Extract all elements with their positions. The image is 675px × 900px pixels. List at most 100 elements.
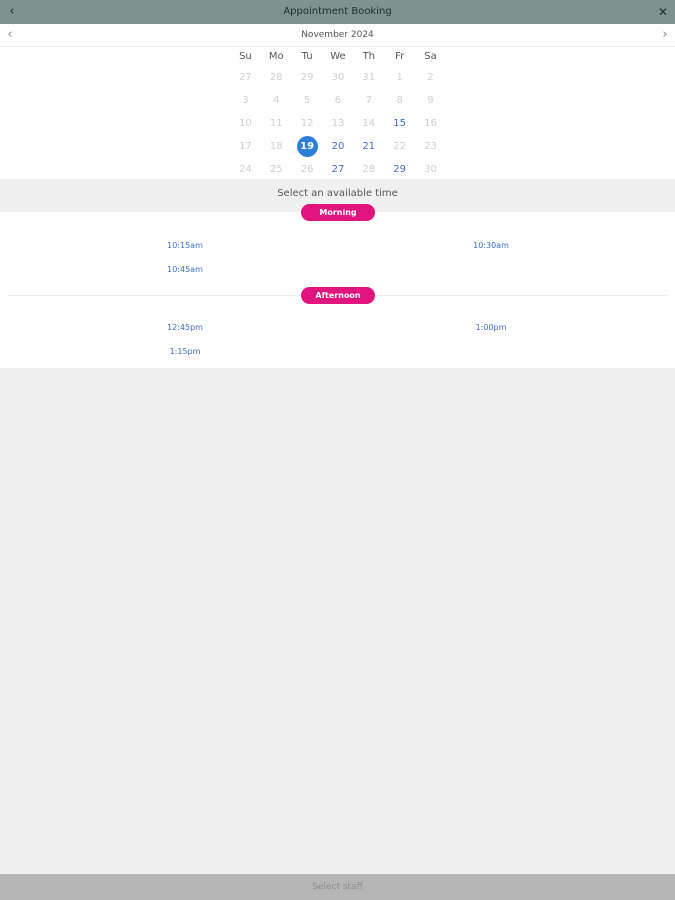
day-number: 18 [269,141,283,152]
time-slot[interactable]: 12:45pm [145,323,225,332]
weekday-label: Su [239,51,252,62]
calendar-week: 10 11 12 13 14 15 16 [230,112,446,135]
day-number: 27 [331,164,345,175]
weekday-header: Su Mo Tu We Th Fr Sa [230,48,446,66]
day-number: 17 [239,141,252,152]
weekday-label: We [330,51,346,62]
afternoon-label: Afternoon [301,287,375,304]
day-number: 1 [396,72,403,83]
day-number: 9 [427,95,434,106]
time-select-prompt: Select an available time [277,188,398,199]
unavailable-day: 27 [230,66,261,89]
day-number: 23 [424,141,437,152]
unavailable-day: 10 [230,112,261,135]
weekday-label: Th [362,51,376,62]
day-number: 29 [300,72,314,83]
unavailable-day: 26 [292,158,323,181]
unavailable-day: 16 [415,112,446,135]
unavailable-day: 14 [353,112,384,135]
day-number: 30 [424,164,437,175]
unavailable-day: 31 [353,66,384,89]
month-label: November 2024 [301,30,374,40]
day-number: 10 [239,118,252,129]
unavailable-day: 28 [261,66,292,89]
day-number: 27 [239,72,252,83]
day-number: 22 [393,141,406,152]
unavailable-day: 30 [415,158,446,181]
select-staff-button[interactable]: Select staff [0,874,675,900]
day-number: 7 [365,95,372,106]
day-number: 21 [362,141,376,152]
day-number: 6 [334,95,342,106]
month-navigation: ‹ November 2024 › [0,24,675,47]
day-number: 8 [396,95,403,106]
unavailable-day: 13 [323,112,354,135]
day-number: 26 [300,164,314,175]
day-number: 4 [273,95,280,106]
day-number: 25 [269,164,283,175]
available-day[interactable]: 29 [384,158,415,181]
calendar-week: 24 25 26 27 28 29 30 [230,158,446,181]
calendar-week: 17 18 19 20 21 22 23 [230,135,446,158]
weekday-label: Fr [395,51,405,62]
unavailable-day: 12 [292,112,323,135]
day-number: 15 [393,118,406,129]
unavailable-day: 4 [261,89,292,112]
day-number: 11 [269,118,283,129]
unavailable-day: 8 [384,89,415,112]
unavailable-day: 2 [415,66,446,89]
time-slot[interactable]: 1:15pm [145,347,225,356]
unavailable-day: 28 [353,158,384,181]
day-number: 19 [296,136,318,157]
weekday-label: Tu [301,51,313,62]
close-icon[interactable]: ✕ [655,0,671,24]
time-slot[interactable]: 10:15am [145,241,225,250]
day-number: 28 [362,164,376,175]
time-slot[interactable]: 10:45am [145,265,225,274]
unavailable-day: 9 [415,89,446,112]
unavailable-day: 24 [230,158,261,181]
select-staff-label: Select staff [312,882,363,892]
day-number: 30 [331,72,345,83]
time-slots-panel: Morning 10:15am 10:30am 10:45am Afternoo… [0,204,675,368]
calendar-weeks: 27 28 29 30 31 1 2 3 4 5 6 7 8 9 10 11 12 13 14 15 16 17 18 19 2… [230,66,446,181]
time-slot[interactable]: 1:00pm [451,323,531,332]
day-number: 29 [393,164,406,175]
unavailable-day: 17 [230,135,261,158]
day-number: 14 [362,118,376,129]
calendar: ‹ November 2024 › Su Mo Tu We Th Fr Sa 2… [0,24,675,179]
next-month-icon[interactable]: › [657,24,673,46]
unavailable-day: 6 [323,89,354,112]
unavailable-day: 29 [292,66,323,89]
weekday-label: Mo [268,51,284,62]
unavailable-day: 5 [292,89,323,112]
available-day[interactable]: 15 [384,112,415,135]
day-number: 3 [242,95,249,106]
selected-day[interactable]: 19 [292,135,323,158]
day-number: 24 [239,164,252,175]
unavailable-day: 23 [415,135,446,158]
available-day[interactable]: 21 [353,135,384,158]
unavailable-day: 22 [384,135,415,158]
day-number: 20 [331,141,345,152]
weekday-label: Sa [424,51,437,62]
day-number: 5 [303,95,311,106]
unavailable-day: 11 [261,112,292,135]
day-number: 2 [427,72,434,83]
day-number: 28 [269,72,283,83]
day-number: 12 [300,118,314,129]
page-title: Appointment Booking [283,6,392,17]
calendar-week: 27 28 29 30 31 1 2 [230,66,446,89]
morning-label: Morning [301,204,375,221]
available-day[interactable]: 20 [323,135,354,158]
day-number: 31 [362,72,376,83]
unavailable-day: 18 [261,135,292,158]
calendar-grid: Su Mo Tu We Th Fr Sa 27 28 29 30 31 1 2 3 4 5 6 7 8 9… [230,48,446,181]
unavailable-day: 3 [230,89,261,112]
calendar-week: 3 4 5 6 7 8 9 [230,89,446,112]
unavailable-day: 7 [353,89,384,112]
time-slot[interactable]: 10:30am [451,241,531,250]
unavailable-day: 1 [384,66,415,89]
day-number: 16 [424,118,437,129]
available-day[interactable]: 27 [323,158,354,181]
